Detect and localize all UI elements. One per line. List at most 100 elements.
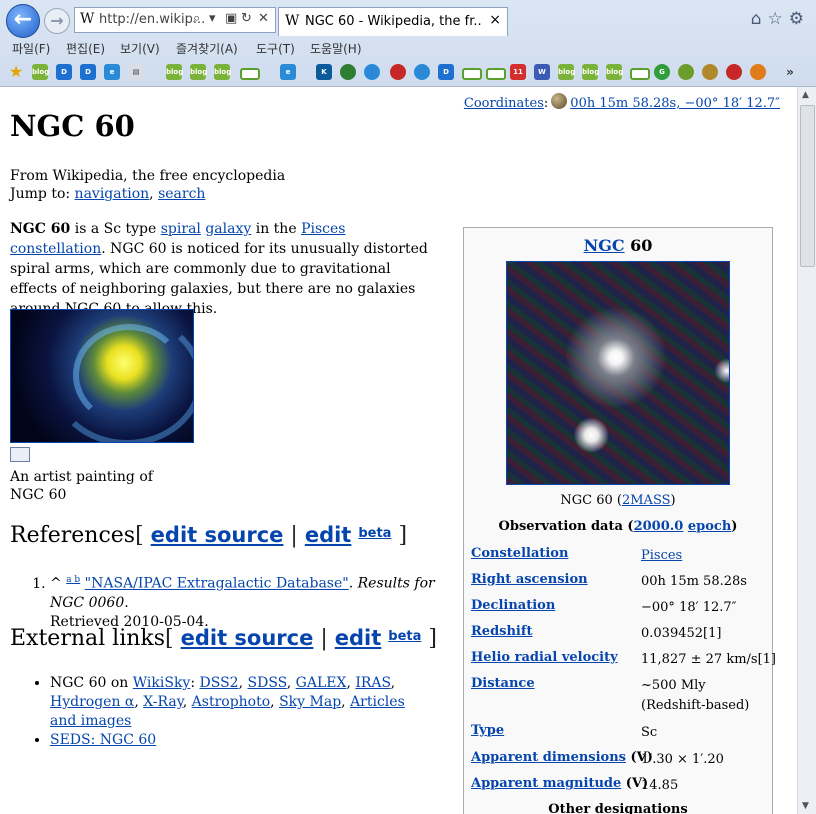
edit-link[interactable]: edit: [335, 626, 382, 650]
home-icon[interactable]: ⌂: [751, 9, 768, 29]
edit-source-link[interactable]: edit source: [181, 626, 314, 650]
refresh-icon[interactable]: ↻: [241, 11, 252, 26]
menu-file[interactable]: 파일(F): [12, 40, 50, 57]
dss2-link[interactable]: DSS2: [200, 675, 239, 691]
fav-site-icon[interactable]: [750, 64, 766, 80]
sdss-link[interactable]: SDSS: [248, 675, 287, 691]
search-icon[interactable]: ⌕: [193, 11, 200, 26]
fav-globe-icon[interactable]: [340, 64, 356, 80]
coordinates-label[interactable]: Coordinates: [464, 96, 544, 111]
ref-caret[interactable]: ^: [50, 576, 62, 592]
fav-site-icon[interactable]: D: [80, 64, 96, 80]
fav-blog-icon[interactable]: blog: [214, 64, 231, 80]
type-key[interactable]: Type: [471, 723, 504, 738]
redshift-key[interactable]: Redshift: [471, 624, 532, 639]
coordinates-value[interactable]: 00h 15m 58.28s, −00° 18′ 12.7″: [570, 96, 780, 111]
menu-help[interactable]: 도움말(H): [310, 40, 362, 57]
dropdown-icon[interactable]: ▾: [209, 11, 216, 26]
fav-blog-icon[interactable]: blog: [166, 64, 183, 80]
constellation-link[interactable]: constellation: [10, 241, 101, 257]
apparent-magnitude-link[interactable]: Apparent magnitude: [471, 776, 621, 791]
seds-link[interactable]: SEDS: NGC 60: [50, 732, 156, 748]
spiral-link[interactable]: spiral: [161, 221, 201, 237]
ned-link[interactable]: "NASA/IPAC Extragalactic Database": [85, 576, 349, 592]
star-icon[interactable]: ☆: [768, 9, 789, 29]
fav-blog-icon[interactable]: blog: [558, 64, 575, 80]
declination-key[interactable]: Declination: [471, 598, 555, 613]
close-icon[interactable]: ×: [489, 12, 501, 28]
iras-link[interactable]: IRAS: [355, 675, 390, 691]
galaxy-link[interactable]: galaxy: [205, 221, 251, 237]
fav-site-icon[interactable]: W: [534, 64, 550, 80]
scroll-up-arrow-icon[interactable]: ▲: [802, 90, 809, 100]
apparent-dimensions-link[interactable]: Apparent dimensions: [471, 750, 626, 765]
epoch-link[interactable]: epoch: [688, 519, 731, 534]
fav-blog-icon[interactable]: blog: [32, 64, 49, 80]
scrollbar-thumb[interactable]: [800, 105, 815, 267]
forward-arrow-icon[interactable]: →: [44, 8, 70, 34]
beta-link[interactable]: beta: [358, 526, 391, 541]
helio-velocity-key[interactable]: Helio radial velocity: [471, 650, 618, 665]
hydrogen-link[interactable]: Hydrogen α: [50, 694, 134, 710]
menu-tools[interactable]: 도구(T): [256, 40, 295, 57]
fav-site-icon[interactable]: 11: [510, 64, 526, 80]
fav-box-icon[interactable]: [486, 68, 506, 80]
fav-blog-icon[interactable]: blog: [190, 64, 207, 80]
infobox-galaxy-image[interactable]: [506, 261, 730, 485]
tab-ngc60[interactable]: W NGC 60 - Wikipedia, the fr... ×: [278, 7, 508, 36]
skymap-link[interactable]: Sky Map: [279, 694, 341, 710]
scroll-down-arrow-icon[interactable]: ▼: [802, 801, 809, 811]
wikisky-link[interactable]: WikiSky: [133, 675, 191, 691]
back-arrow-icon[interactable]: ←: [6, 4, 40, 38]
enlarge-icon[interactable]: [10, 447, 30, 462]
fav-site-icon[interactable]: D: [438, 64, 454, 80]
fav-site-icon[interactable]: [726, 64, 742, 80]
fav-page-icon[interactable]: ▤: [128, 64, 144, 80]
fav-site-icon[interactable]: G: [654, 64, 670, 80]
right-ascension-key[interactable]: Right ascension: [471, 572, 588, 587]
globe-icon[interactable]: [551, 93, 568, 109]
menu-favorites[interactable]: 즐겨찾기(A): [176, 40, 238, 57]
pisces-link[interactable]: Pisces: [301, 221, 345, 237]
j2000-link[interactable]: 2000.0: [634, 519, 684, 534]
chevron-more-icon[interactable]: »: [782, 64, 798, 80]
compat-view-icon[interactable]: ▣: [225, 11, 237, 26]
constellation-value[interactable]: Pisces: [641, 546, 682, 566]
gear-icon[interactable]: ⚙: [789, 9, 810, 29]
fav-blog-icon[interactable]: blog: [606, 64, 623, 80]
edit-link[interactable]: edit: [305, 523, 352, 547]
menu-view[interactable]: 보기(V): [120, 40, 160, 57]
infobox-ngc-link[interactable]: NGC: [584, 236, 625, 255]
fav-site-icon[interactable]: D: [56, 64, 72, 80]
fav-site-icon[interactable]: K: [316, 64, 332, 80]
stop-icon[interactable]: ✕: [258, 11, 269, 26]
fav-site-icon[interactable]: [414, 64, 430, 80]
astrophoto-link[interactable]: Astrophoto: [192, 694, 271, 710]
fav-ie-icon[interactable]: e: [280, 64, 296, 80]
beta-link[interactable]: beta: [388, 629, 421, 644]
constellation-key[interactable]: Constellation: [471, 546, 568, 561]
jump-search-link[interactable]: search: [158, 186, 205, 202]
galex-link[interactable]: GALEX: [296, 675, 347, 691]
menu-edit[interactable]: 편집(E): [66, 40, 105, 57]
fav-site-icon[interactable]: [678, 64, 694, 80]
xray-link[interactable]: X-Ray: [143, 694, 182, 710]
favorites-star-icon[interactable]: ★: [8, 64, 24, 80]
fav-box-icon[interactable]: [630, 68, 650, 80]
fav-box-icon[interactable]: [462, 68, 482, 80]
ref-backlinks[interactable]: a b: [66, 575, 80, 585]
edit-source-link[interactable]: edit source: [151, 523, 284, 547]
fav-site-icon[interactable]: [702, 64, 718, 80]
vertical-scrollbar[interactable]: ▲ ▼: [797, 87, 816, 814]
fav-box-icon[interactable]: [240, 68, 260, 80]
galaxy-painting-image[interactable]: [10, 309, 194, 443]
fav-ie-icon[interactable]: e: [104, 64, 120, 80]
fav-site-icon[interactable]: [390, 64, 406, 80]
fav-blog-icon[interactable]: blog: [582, 64, 599, 80]
jump-navigation-link[interactable]: navigation: [75, 186, 150, 202]
distance-key[interactable]: Distance: [471, 676, 535, 691]
address-bar[interactable]: W http://en.wikip... ⌕ ▾ ▣ ↻ ✕: [74, 7, 276, 33]
address-url[interactable]: http://en.wikip...: [99, 12, 205, 27]
fav-site-icon[interactable]: [364, 64, 380, 80]
2mass-link[interactable]: 2MASS: [622, 493, 671, 508]
